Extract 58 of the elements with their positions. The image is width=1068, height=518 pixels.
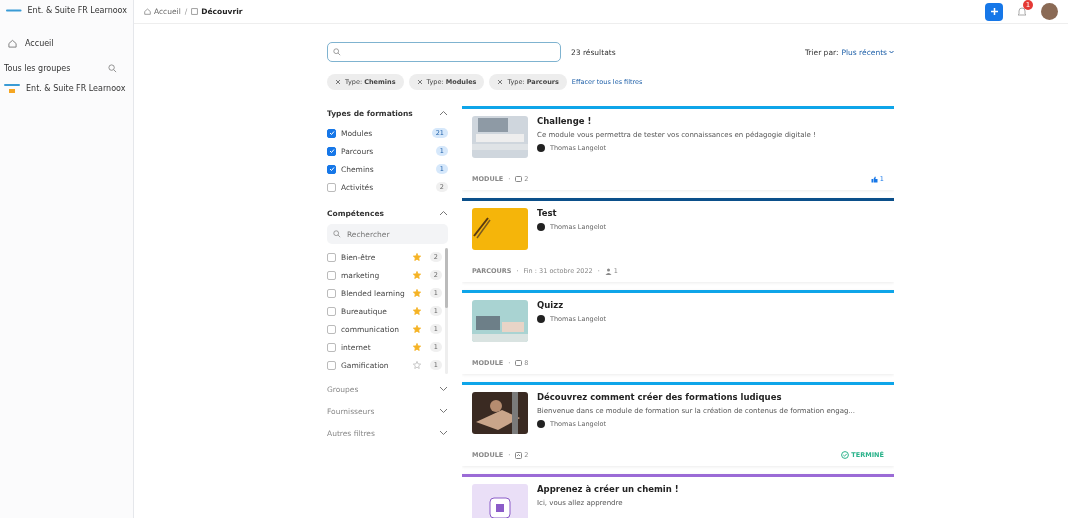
avatar-icon [537, 315, 545, 323]
checkbox[interactable] [327, 146, 336, 156]
quiz-icon [515, 175, 523, 183]
star-icon[interactable] [412, 289, 421, 297]
user-avatar[interactable] [1041, 3, 1058, 20]
card-title: Découvrez comment créer des formations ludiques [537, 392, 783, 402]
logo-icon [6, 8, 22, 13]
avatar-icon [537, 144, 545, 152]
card-title: Test [537, 208, 558, 218]
caret-icon [889, 50, 894, 54]
star-icon[interactable] [412, 271, 421, 279]
page-icon [191, 8, 199, 15]
close-icon[interactable] [497, 79, 504, 85]
chevron-up-icon[interactable] [439, 110, 448, 116]
thumbs-up-icon [870, 175, 878, 183]
star-icon[interactable] [412, 307, 421, 315]
home-icon [8, 39, 17, 48]
bell-icon[interactable] [1017, 6, 1027, 17]
checkbox[interactable] [327, 324, 336, 334]
checkbox[interactable] [327, 270, 336, 280]
sidebar-item[interactable]: Accueil [0, 29, 133, 58]
checkbox[interactable] [327, 342, 336, 352]
workspace-name: Ent. & Suite FR Learnoox [27, 6, 127, 15]
plus-icon [989, 7, 999, 16]
quiz-icon [515, 359, 523, 367]
checkbox[interactable] [327, 252, 336, 262]
chevron-down-icon[interactable] [439, 408, 448, 414]
checkbox[interactable] [327, 128, 336, 138]
star-icon[interactable] [412, 325, 421, 333]
checkbox[interactable] [327, 360, 336, 370]
person-icon [604, 267, 612, 275]
groups-title: Tous les groupes [4, 64, 71, 73]
checkbox[interactable] [327, 288, 336, 298]
card-title: Challenge ! [537, 116, 593, 126]
avatar-icon [537, 420, 545, 428]
chevron-down-icon[interactable] [439, 386, 448, 392]
add-button[interactable] [985, 2, 1003, 21]
group-logo-icon [4, 83, 20, 93]
star-icon[interactable] [412, 253, 421, 261]
chevron-down-icon[interactable] [439, 430, 448, 436]
star-icon[interactable] [412, 361, 421, 369]
search-icon [108, 64, 117, 73]
scrollbar-thumb[interactable] [445, 248, 448, 308]
close-icon[interactable] [416, 79, 423, 85]
close-icon[interactable] [335, 79, 341, 85]
checkbox[interactable] [327, 306, 336, 316]
card-title: Quizz [537, 300, 565, 310]
card-title: Apprenez à créer un chemin ! [537, 484, 679, 494]
checkbox[interactable] [327, 182, 336, 192]
star-icon[interactable] [412, 343, 421, 351]
avatar-icon [537, 223, 545, 231]
chevron-up-icon[interactable] [439, 210, 448, 216]
home-icon [144, 8, 151, 15]
check-circle-icon [841, 451, 850, 459]
document-icon [515, 451, 523, 459]
search-field[interactable] [327, 42, 561, 62]
checkbox[interactable] [327, 164, 336, 174]
group-item[interactable]: Ent. & Suite FR Learnoox [26, 83, 126, 93]
